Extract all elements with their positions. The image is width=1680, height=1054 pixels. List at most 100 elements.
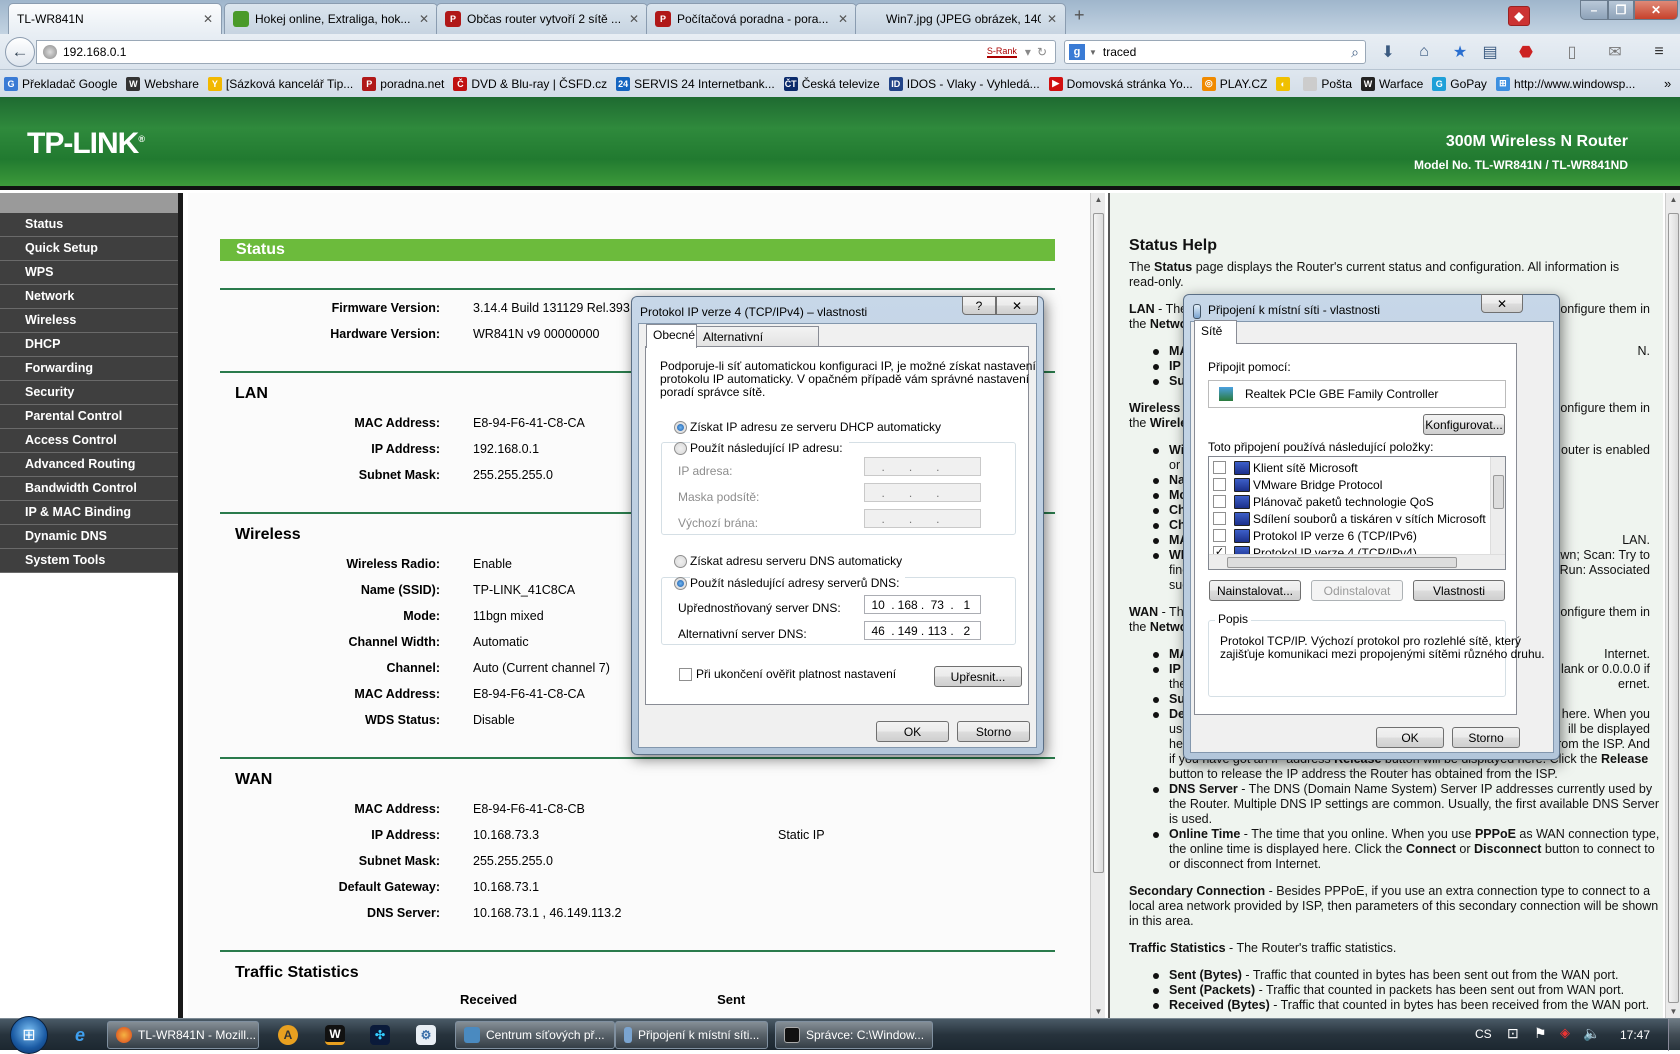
bookmark-item[interactable]: ▶ Domovská stránka Yo... <box>1048 76 1193 91</box>
adblock-icon[interactable]: ⬣ <box>1515 42 1537 62</box>
language-indicator[interactable]: CS <box>1475 1027 1492 1041</box>
browser-tab[interactable]: Hokej online, Extraliga, hok... ✕ <box>224 3 438 34</box>
close-button[interactable]: ✕ <box>1481 294 1523 313</box>
tab-general[interactable]: Obecné <box>646 324 697 348</box>
bookmark-item[interactable]: G GoPay <box>1432 76 1487 91</box>
menu-item-security[interactable]: Security <box>0 381 178 405</box>
search-icon[interactable]: ⌕ <box>1351 44 1359 61</box>
browser-tab[interactable]: P Počítačová poradna - pora... ✕ <box>646 3 857 34</box>
item-checkbox[interactable] <box>1213 461 1226 474</box>
help-button[interactable]: ? <box>962 296 996 315</box>
dropdown-arrow-icon[interactable]: ▾ <box>1025 45 1031 59</box>
bookmark-item[interactable]: Pošta <box>1303 76 1352 91</box>
manual-dns-radio[interactable] <box>674 577 687 590</box>
menu-item-ip-mac-binding[interactable]: IP & MAC Binding <box>0 501 178 525</box>
main-frame-scrollbar[interactable]: ▲ ▼ <box>1090 193 1105 1018</box>
network-app-icon[interactable]: ✣ <box>370 1025 390 1045</box>
advanced-button[interactable]: Upřesnit... <box>934 666 1022 687</box>
show-desktop-button[interactable] <box>1668 1019 1680 1051</box>
bookmark-item[interactable]: ◐ <box>1276 76 1294 91</box>
list-item[interactable]: Sdílení souborů a tiskáren v sítích Micr… <box>1213 510 1486 527</box>
download-icon[interactable]: ⬇ <box>1377 42 1399 62</box>
list-item[interactable]: Protokol IP verze 6 (TCP/IPv6) <box>1213 527 1417 544</box>
auto-dns-radio[interactable] <box>674 555 687 568</box>
bookmark-item[interactable]: Y [Sázková kancelář Tip... <box>207 76 353 91</box>
menu-item-quick-setup[interactable]: Quick Setup <box>0 237 178 261</box>
home-icon[interactable]: ⌂ <box>1413 42 1435 62</box>
item-checkbox[interactable] <box>1213 495 1226 508</box>
ok-button[interactable]: OK <box>876 721 949 742</box>
bookmark-item[interactable]: ID IDOS - Vlaky - Vyhledá... <box>888 76 1040 91</box>
browser-tab[interactable]: TL-WR841N ✕ <box>8 3 222 34</box>
bookmark-item[interactable]: W Webshare <box>126 76 199 91</box>
url-text[interactable]: 192.168.0.1 <box>63 45 987 59</box>
bookmark-star-icon[interactable]: ★ <box>1449 42 1471 62</box>
antivirus-tray-icon[interactable]: ◈ <box>1560 1025 1570 1041</box>
browser-tab[interactable]: Win7.jpg (JPEG obrázek, 1400 ×... ✕ <box>855 3 1066 34</box>
auto-ip-label[interactable]: Získat IP adresu ze serveru DHCP automat… <box>690 420 941 434</box>
menu-item-dynamic-dns[interactable]: Dynamic DNS <box>0 525 178 549</box>
item-checkbox[interactable] <box>1213 512 1226 525</box>
menu-item-dhcp[interactable]: DHCP <box>0 333 178 357</box>
menu-item-access-control[interactable]: Access Control <box>0 429 178 453</box>
volume-icon[interactable]: 🔈 <box>1583 1025 1600 1042</box>
close-tab-icon[interactable]: ✕ <box>1047 12 1057 26</box>
google-search-engine-icon[interactable]: g <box>1069 44 1085 60</box>
taskbar-item-cmd[interactable]: Správce: C:\Window... <box>775 1021 933 1049</box>
settings-app-icon[interactable]: ⚙ <box>416 1025 436 1045</box>
minimize-button[interactable]: – <box>1580 0 1608 20</box>
taskbar-item-lan-properties[interactable]: Připojení k místní síti... <box>615 1021 768 1049</box>
validate-on-exit-checkbox[interactable] <box>679 668 692 681</box>
bookmark-item[interactable]: G Překladač Google <box>4 76 117 91</box>
close-window-button[interactable]: ✕ <box>1634 0 1678 20</box>
reader-icon[interactable]: ▯ <box>1561 42 1583 62</box>
manual-ip-label[interactable]: Použít následující IP adresu: <box>690 441 849 455</box>
manual-dns-label[interactable]: Použít následující adresy serverů DNS: <box>690 576 906 590</box>
auto-ip-radio[interactable] <box>674 421 687 434</box>
tab-alternative-config[interactable]: Alternativní konfigurace <box>696 326 819 358</box>
menu-item-advanced-routing[interactable]: Advanced Routing <box>0 453 178 477</box>
start-button[interactable]: ⊞ <box>10 1016 48 1054</box>
components-list[interactable]: Klient sítě Microsoft VMware Bridge Proto… <box>1208 456 1506 570</box>
item-checkbox[interactable] <box>1213 478 1226 491</box>
alternate-dns-field[interactable]: 46. 149. 113. 2 <box>864 621 981 640</box>
preferred-dns-field[interactable]: 10. 168. 73. 1 <box>864 595 981 614</box>
search-bar[interactable]: g ▼ traced ⌕ <box>1064 40 1366 64</box>
menu-item-wireless[interactable]: Wireless <box>0 309 178 333</box>
menu-item-bandwidth-control[interactable]: Bandwidth Control <box>0 477 178 501</box>
warface-icon[interactable]: W <box>325 1025 345 1045</box>
bookmark-item[interactable]: ◎ PLAY.CZ <box>1201 76 1267 91</box>
cancel-button[interactable]: Storno <box>1452 727 1520 748</box>
item-checkbox[interactable] <box>1213 529 1226 542</box>
list-item[interactable]: Plánovač paketů technologie QoS <box>1213 493 1434 510</box>
chevron-down-icon[interactable]: ▼ <box>1089 48 1097 57</box>
bookmark-item[interactable]: ⊞ http://www.windowsp... <box>1495 76 1635 91</box>
menu-item-forwarding[interactable]: Forwarding <box>0 357 178 381</box>
close-button[interactable]: ✕ <box>996 296 1038 315</box>
url-bar[interactable]: 192.168.0.1 S-Rank ▾ ↻ <box>36 40 1056 64</box>
extension-icon[interactable]: ◆ <box>1508 6 1530 26</box>
manual-ip-radio[interactable] <box>674 442 687 455</box>
validate-on-exit-label[interactable]: Při ukončení ověřit platnost nastavení <box>696 667 896 681</box>
bookmark-item[interactable]: ČT Česká televize <box>783 76 880 91</box>
close-tab-icon[interactable]: ✕ <box>838 12 848 26</box>
bookmarks-list-icon[interactable]: ▤ <box>1479 42 1501 62</box>
back-button[interactable]: ← <box>5 37 35 67</box>
menu-item-system-tools[interactable]: System Tools <box>0 549 178 573</box>
avast-icon[interactable]: A <box>278 1025 298 1045</box>
list-vertical-scrollbar[interactable] <box>1490 457 1505 554</box>
close-tab-icon[interactable]: ✕ <box>419 12 429 26</box>
tab-networking[interactable]: Sítě <box>1194 320 1237 344</box>
auto-dns-label[interactable]: Získat adresu serveru DNS automaticky <box>690 554 902 568</box>
action-center-flag-icon[interactable]: ⚑ <box>1534 1025 1547 1042</box>
list-item[interactable]: Klient sítě Microsoft <box>1213 459 1358 476</box>
configure-button[interactable]: Konfigurovat... <box>1423 414 1505 435</box>
taskbar-item-firefox[interactable]: TL-WR841N - Mozill... <box>107 1021 259 1049</box>
clock[interactable]: 17:47 <box>1620 1028 1650 1042</box>
search-input[interactable]: traced <box>1103 45 1351 59</box>
menu-item-status[interactable]: Status <box>0 213 178 237</box>
menu-item-parental-control[interactable]: Parental Control <box>0 405 178 429</box>
close-tab-icon[interactable]: ✕ <box>203 12 213 26</box>
help-frame-scrollbar[interactable]: ▲ ▼ <box>1665 193 1680 1018</box>
properties-button[interactable]: Vlastnosti <box>1413 580 1505 601</box>
